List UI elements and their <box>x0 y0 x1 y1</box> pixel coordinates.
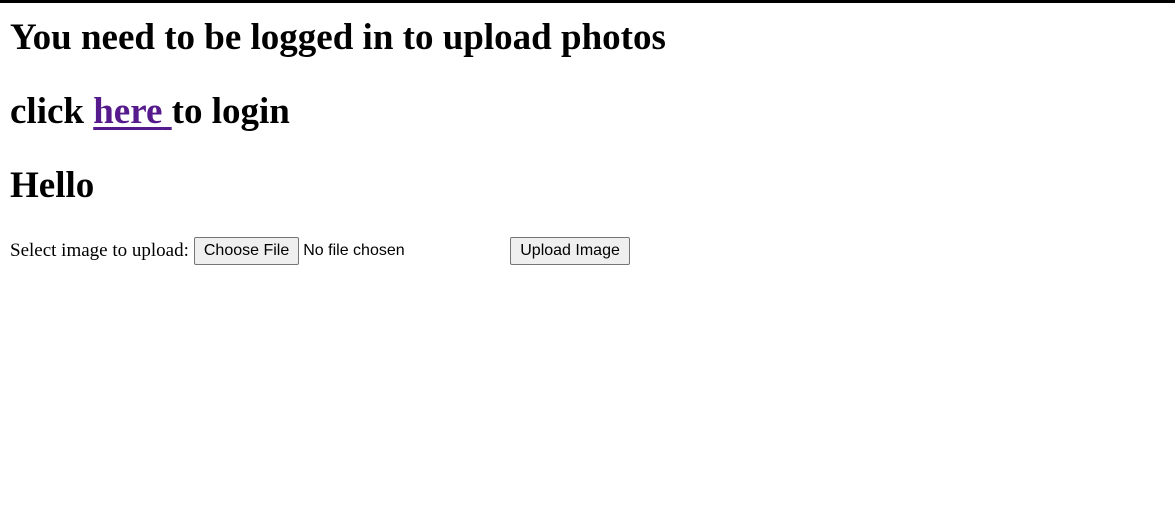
login-notice-heading: You need to be logged in to upload photo… <box>10 17 666 58</box>
click-suffix-text: to login <box>171 91 290 132</box>
login-prompt-heading: click here to login <box>10 91 1160 133</box>
page-content: You need to be logged in to upload photo… <box>10 3 1160 265</box>
file-status-text: No file chosen <box>303 242 405 259</box>
click-prefix-text: click <box>10 91 84 132</box>
upload-image-button[interactable]: Upload Image <box>510 237 630 265</box>
choose-file-button[interactable]: Choose File <box>193 237 300 265</box>
login-link[interactable]: here <box>93 91 171 132</box>
upload-form: Select image to upload: Choose File No f… <box>10 237 1160 265</box>
greeting-heading: Hello <box>10 165 95 206</box>
upload-label: Select image to upload: <box>10 240 189 261</box>
